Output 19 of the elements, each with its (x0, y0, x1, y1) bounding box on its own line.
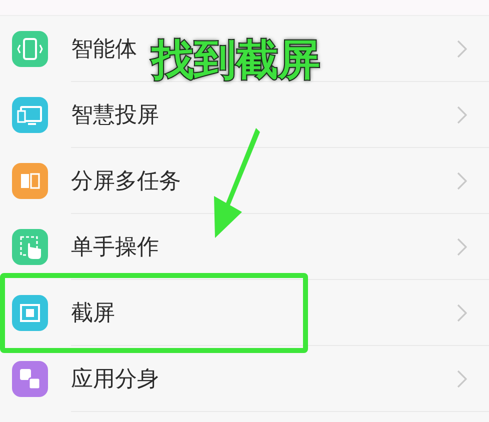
chevron-icon (457, 304, 467, 322)
squares-icon (12, 361, 48, 397)
setting-label[interactable]: 应用分身 (71, 364, 159, 394)
chevron-icon (457, 106, 467, 124)
setting-label[interactable]: 智慧投屏 (71, 100, 159, 130)
hand-icon (12, 229, 48, 265)
setting-label[interactable]: 截屏 (71, 298, 115, 328)
setting-label[interactable]: 单手操作 (71, 232, 159, 262)
screenshot-icon (12, 295, 48, 331)
chevron-icon (457, 370, 467, 388)
split-panel-icon (12, 163, 48, 199)
chevron-icon (457, 40, 467, 58)
monitor-icon (12, 97, 48, 133)
setting-label[interactable]: 分屏多任务 (71, 166, 181, 196)
setting-label[interactable]: 智能体 (71, 34, 137, 64)
chevron-icon (457, 172, 467, 190)
callout-text: 找到截屏 (152, 34, 320, 86)
phone-icon (12, 31, 48, 67)
chevron-icon (457, 238, 467, 256)
